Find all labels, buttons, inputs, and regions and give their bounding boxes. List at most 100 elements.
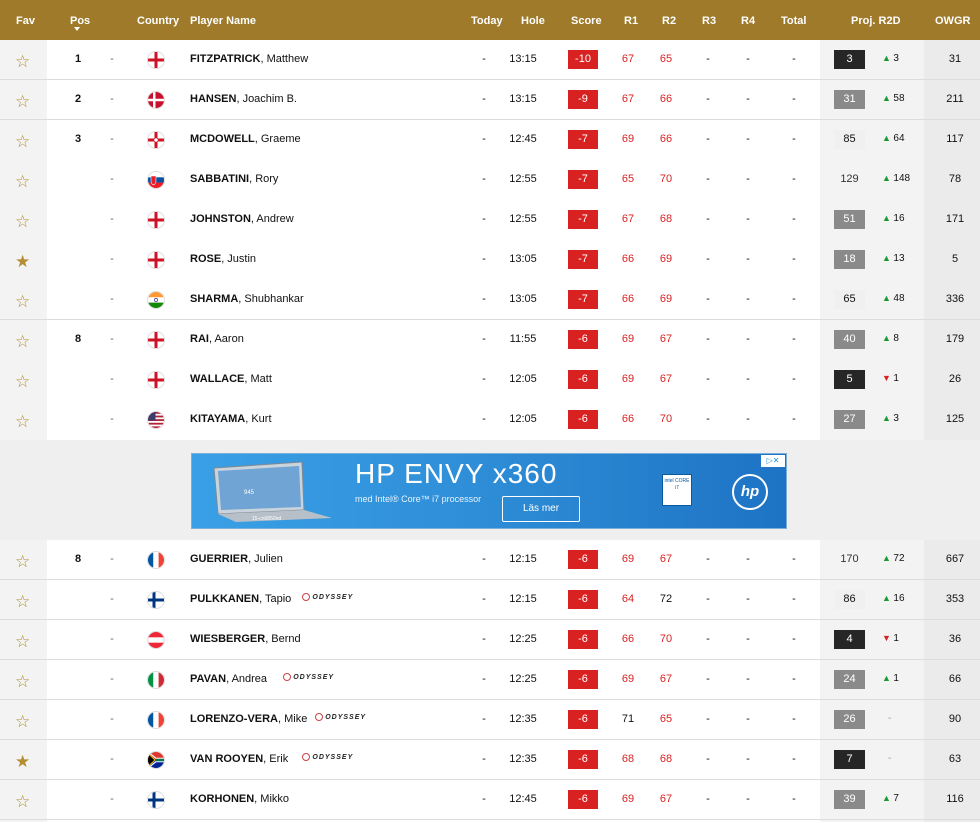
table-row[interactable]: ☆ - JOHNSTON, Andrew -12:55 -7 67 68- - -51 ▲ 16 1… xyxy=(0,200,980,240)
table-row[interactable]: ☆ - WALLACE, Matt - 12:05 -6 69 67 - - - 5 ▼ 1 26 xyxy=(0,360,980,400)
header-r1[interactable]: R1 xyxy=(624,15,638,27)
player-name[interactable]: MCDOWELL, Graeme xyxy=(190,133,301,145)
header-proj[interactable]: Proj. R2D xyxy=(851,15,901,27)
header-hole[interactable]: Hole xyxy=(521,15,545,27)
rank-movement: ▲ 8 xyxy=(882,333,899,344)
player-name[interactable]: WALLACE, Matt xyxy=(190,373,272,385)
favorite-star-icon[interactable]: ☆ xyxy=(15,713,30,730)
table-row[interactable]: ☆ - PAVAN, Andrea ODYSSEY - 12:25 -6 69 67 - - - 24 ▲… xyxy=(0,660,980,700)
table-row[interactable]: ☆ - WIESBERGER, Bernd - 12:25 -6 66 70 - - - 4 ▼ 1 36 xyxy=(0,620,980,660)
total-strokes: - xyxy=(792,753,796,765)
today-score: - xyxy=(482,53,486,65)
table-row[interactable]: ★ - VAN ROOYEN, Erik ODYSSEY - 12:35 -6 68 68 - - -… xyxy=(0,740,980,780)
player-name[interactable]: HANSEN, Joachim B. xyxy=(190,93,297,105)
round-2-score: 68 xyxy=(659,753,673,765)
round-4-score: - xyxy=(746,553,750,565)
table-row[interactable]: ☆ - PULKKANEN, Tapio ODYSSEY - 12:15 -6 64 72 - - -… xyxy=(0,580,980,620)
projected-rank-badge: 24 xyxy=(834,670,865,689)
position-move: - xyxy=(110,633,114,645)
favorite-star-icon[interactable]: ☆ xyxy=(15,173,30,190)
player-name[interactable]: ROSE, Justin xyxy=(190,253,256,265)
today-score: - xyxy=(482,253,486,265)
table-row[interactable]: ☆ 3 - MCDOWELL, Graeme - 12:45 -7 69 66 - - - 85 ▲ 64… xyxy=(0,120,980,160)
player-name[interactable]: FITZPATRICK, Matthew xyxy=(190,53,308,65)
owgr-rank: 66 xyxy=(948,673,962,685)
total-strokes: - xyxy=(792,593,796,605)
arrow-down-icon: ▼ xyxy=(882,373,894,383)
favorite-star-icon[interactable]: ☆ xyxy=(15,333,30,350)
total-strokes: - xyxy=(792,93,796,105)
player-name[interactable]: SHARMA, Shubhankar xyxy=(190,293,304,305)
table-row[interactable]: ★ - ROSE, Justin - 13:05 -7 66 69 - - - 18 ▲ 13 5 xyxy=(0,240,980,280)
table-row[interactable]: ☆ - SABBATINI, Rory - 12:55 -7 65 70 - - - 129 ▲ 148… xyxy=(0,160,980,200)
player-name[interactable]: RAI, Aaron xyxy=(190,333,244,345)
owgr-rank: 5 xyxy=(951,253,959,265)
header-total[interactable]: Total xyxy=(781,15,806,27)
favorite-star-filled-icon[interactable]: ★ xyxy=(15,253,30,270)
header-fav[interactable]: Fav xyxy=(16,15,35,27)
movement-value: 3 xyxy=(893,53,899,64)
total-score-badge: -7 xyxy=(568,290,598,309)
favorite-star-icon[interactable]: ☆ xyxy=(15,553,30,570)
round-3-score: - xyxy=(706,133,710,145)
favorite-star-icon[interactable]: ☆ xyxy=(15,413,30,430)
header-score[interactable]: Score xyxy=(571,15,602,27)
total-strokes: - xyxy=(792,673,796,685)
ad-read-more-button[interactable]: Läs mer xyxy=(502,496,580,522)
player-name[interactable]: KORHONEN, Mikko xyxy=(190,793,289,805)
sort-down-icon[interactable] xyxy=(74,27,80,31)
adchoices-icon[interactable]: ▷✕ xyxy=(761,455,785,467)
player-name[interactable]: WIESBERGER, Bernd xyxy=(190,633,301,645)
table-row[interactable]: ☆ - KORHONEN, Mikko - 12:45 -6 69 67 - - - 39 ▲ 7 116 xyxy=(0,780,980,820)
table-row[interactable]: ☆ 2 - HANSEN, Joachim B. - 13:15 -9 67 66 - - - 31 ▲ … xyxy=(0,80,980,120)
player-name[interactable]: LORENZO-VERA, Mike xyxy=(190,713,307,725)
table-row[interactable]: ☆ 8 - RAI, Aaron - 11:55 -6 69 67 - - - 40 ▲ 8 179 xyxy=(0,320,980,360)
favorite-star-icon[interactable]: ☆ xyxy=(15,373,30,390)
player-name[interactable]: KITAYAMA, Kurt xyxy=(190,413,272,425)
player-name[interactable]: JOHNSTON, Andrew xyxy=(190,213,294,225)
round-1-score: 66 xyxy=(621,413,635,425)
total-score-badge: -6 xyxy=(568,370,598,389)
header-owgr[interactable]: OWGR xyxy=(935,15,970,27)
projected-rank-badge: 129 xyxy=(840,173,859,185)
today-score: - xyxy=(482,793,486,805)
projected-rank-badge: 27 xyxy=(834,410,865,429)
table-row[interactable]: ☆ 1 - FITZPATRICK, Matthew - 13:15 -10 67 65 - - - 3… xyxy=(0,40,980,80)
header-r3[interactable]: R3 xyxy=(702,15,716,27)
ad-title[interactable]: HP ENVY x360 xyxy=(355,458,557,490)
header-today[interactable]: Today xyxy=(471,15,503,27)
favorite-star-icon[interactable]: ☆ xyxy=(15,593,30,610)
total-strokes: - xyxy=(792,213,796,225)
favorite-star-icon[interactable]: ☆ xyxy=(15,673,30,690)
player-name[interactable]: VAN ROOYEN, Erik xyxy=(190,753,288,765)
header-country[interactable]: Country xyxy=(137,15,179,27)
table-row[interactable]: ☆ - KITAYAMA, Kurt - 12:05 -6 66 70 - - - 27 ▲ 3 125 xyxy=(0,400,980,440)
tee-time: 13:05 xyxy=(509,253,537,265)
favorite-star-icon[interactable]: ☆ xyxy=(15,133,30,150)
player-last-name: KITAYAMA xyxy=(190,413,246,425)
player-name[interactable]: PULKKANEN, Tapio xyxy=(190,593,291,605)
rank-movement: ▲ 7 xyxy=(882,793,899,804)
favorite-star-icon[interactable]: ☆ xyxy=(15,633,30,650)
table-row[interactable]: ☆ - LORENZO-VERA, Mike ODYSSEY - 12:35 -6 71 65 -… xyxy=(0,700,980,740)
table-row[interactable]: ☆ 8 - GUERRIER, Julien - 12:15 -6 69 67 - - - 170 ▲ 7… xyxy=(0,540,980,580)
table-row[interactable]: ☆ - SHARMA, Shubhankar - 13:05 -7 66 69 - - - 65 ▲ 4… xyxy=(0,280,980,320)
header-pos[interactable]: Pos xyxy=(70,15,90,27)
player-name[interactable]: SABBATINI, Rory xyxy=(190,173,278,185)
player-name[interactable]: PAVAN, Andrea xyxy=(190,673,267,685)
hp-envy-ad[interactable]: 945 15-cn0850nd HP ENVY x360 med Intel® … xyxy=(191,453,787,529)
player-name[interactable]: GUERRIER, Julien xyxy=(190,553,283,565)
header-r4[interactable]: R4 xyxy=(741,15,755,27)
header-player[interactable]: Player Name xyxy=(190,15,256,27)
header-r2[interactable]: R2 xyxy=(662,15,676,27)
favorite-star-icon[interactable]: ☆ xyxy=(15,293,30,310)
tee-time: 12:35 xyxy=(509,713,537,725)
total-score-badge: -6 xyxy=(568,670,598,689)
favorite-star-icon[interactable]: ☆ xyxy=(15,213,30,230)
position-move: - xyxy=(110,753,114,765)
favorite-star-icon[interactable]: ☆ xyxy=(15,53,30,70)
favorite-star-icon[interactable]: ☆ xyxy=(15,793,30,810)
favorite-star-icon[interactable]: ☆ xyxy=(15,93,30,110)
movement-value: 148 xyxy=(893,173,911,184)
favorite-star-filled-icon[interactable]: ★ xyxy=(15,753,30,770)
